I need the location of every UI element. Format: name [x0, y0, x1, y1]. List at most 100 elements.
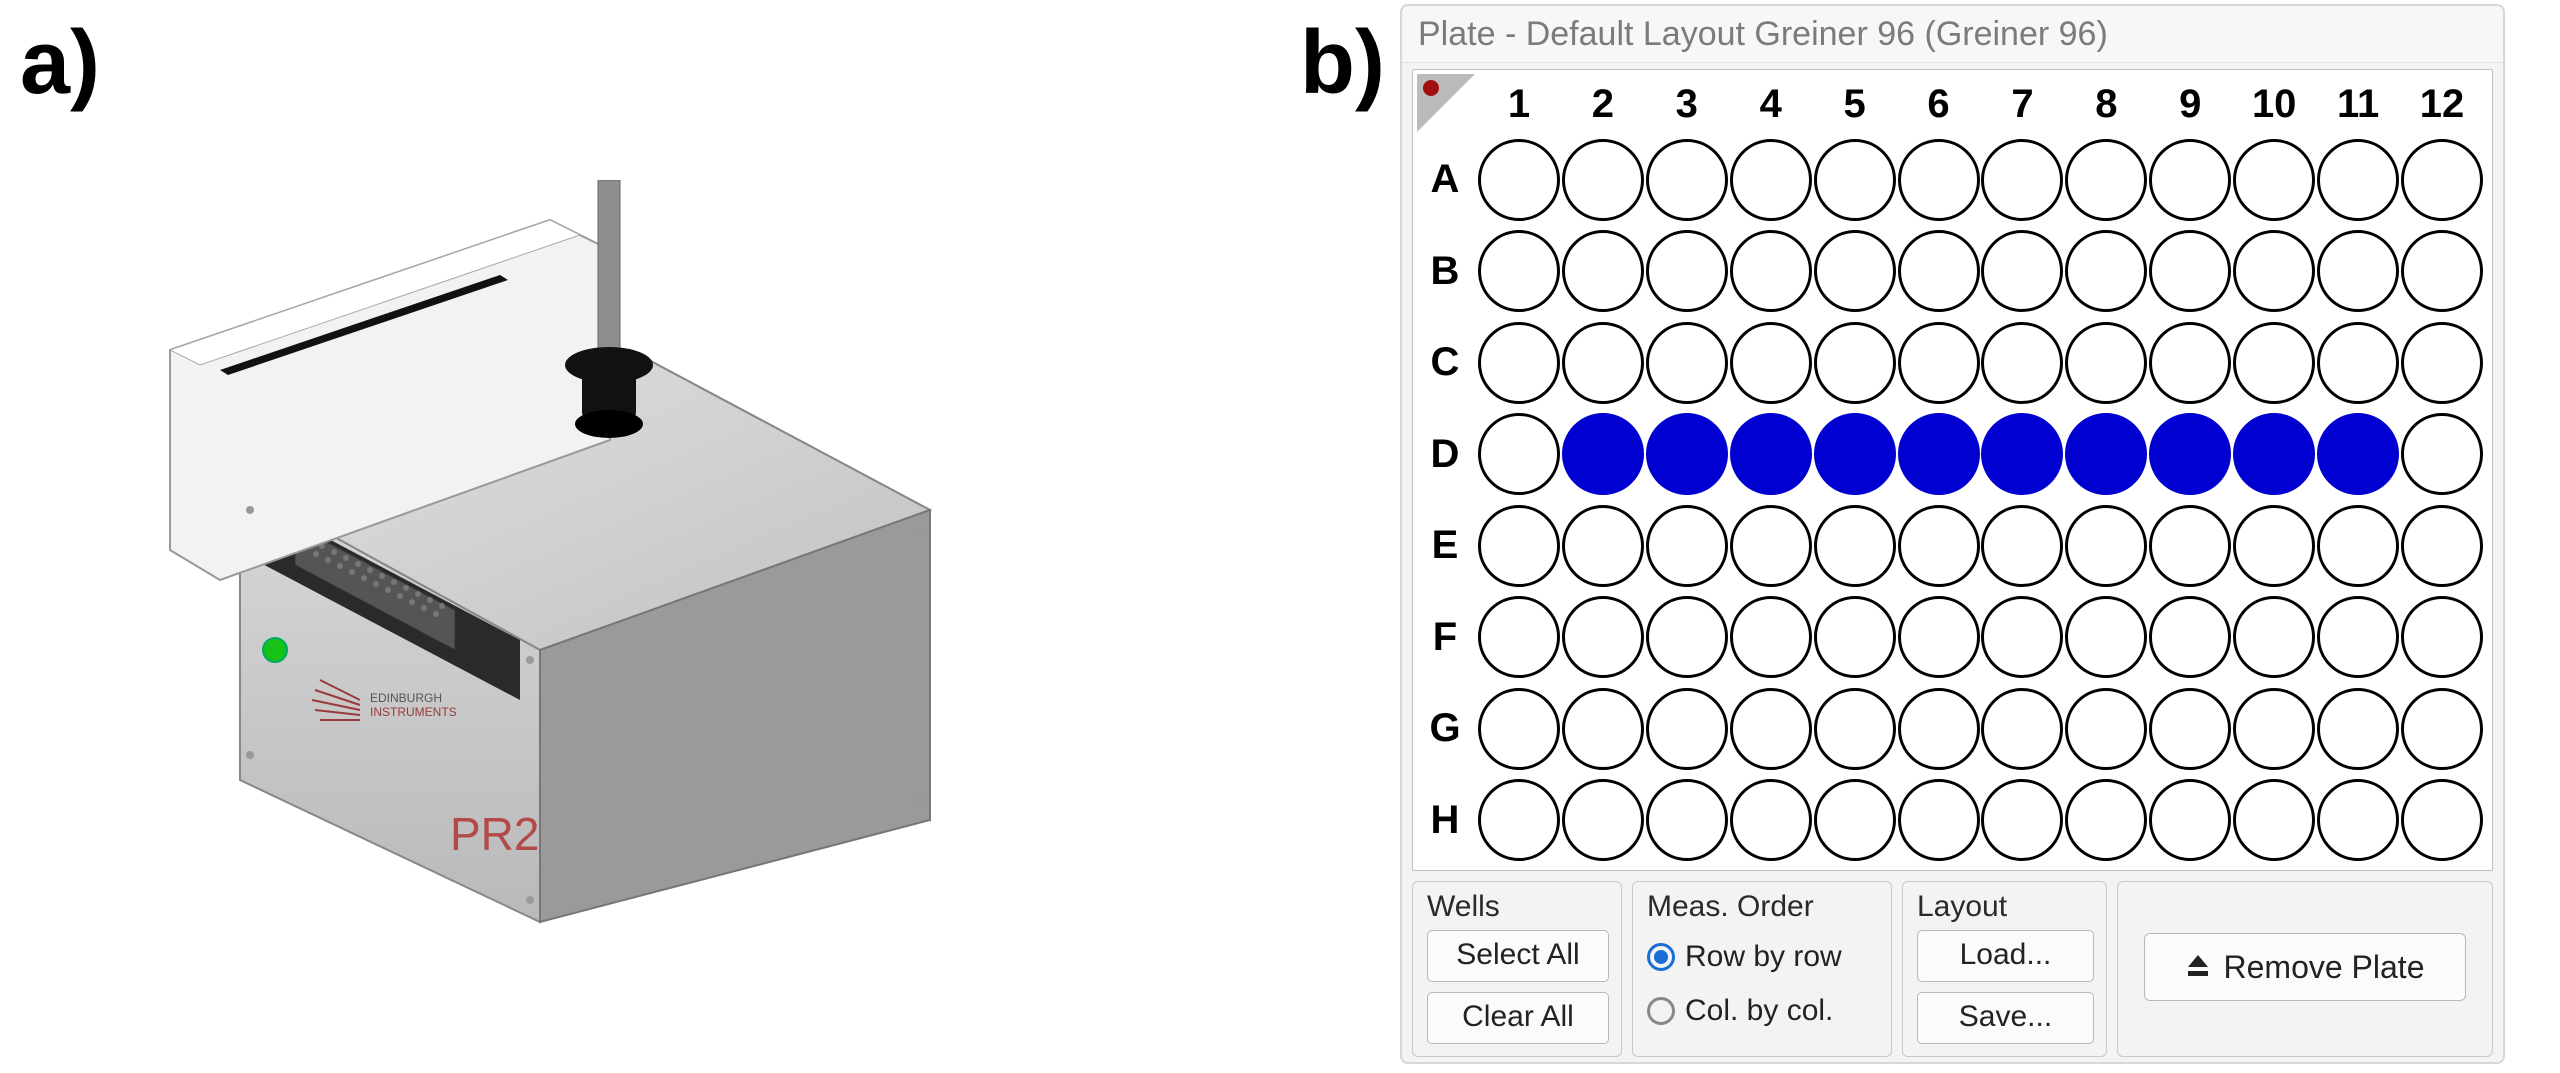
well-B12[interactable]: [2401, 230, 2483, 312]
col-header[interactable]: 11: [2316, 74, 2400, 134]
well-B10[interactable]: [2233, 230, 2315, 312]
plate-grid[interactable]: 123456789101112ABCDEFGH: [1417, 74, 2484, 866]
well-E12[interactable]: [2401, 505, 2483, 587]
well-E3[interactable]: [1646, 505, 1728, 587]
well-C12[interactable]: [2401, 322, 2483, 404]
well-E4[interactable]: [1730, 505, 1812, 587]
well-D3[interactable]: [1646, 413, 1728, 495]
well-C1[interactable]: [1478, 322, 1560, 404]
well-A2[interactable]: [1562, 139, 1644, 221]
well-D9[interactable]: [2149, 413, 2231, 495]
clear-all-button[interactable]: Clear All: [1427, 992, 1609, 1044]
well-D6[interactable]: [1898, 413, 1980, 495]
col-header[interactable]: 9: [2148, 74, 2232, 134]
well-F2[interactable]: [1562, 596, 1644, 678]
well-A1[interactable]: [1478, 139, 1560, 221]
well-F7[interactable]: [1981, 596, 2063, 678]
row-header[interactable]: G: [1417, 683, 1477, 775]
well-F5[interactable]: [1814, 596, 1896, 678]
well-H9[interactable]: [2149, 779, 2231, 861]
well-H8[interactable]: [2065, 779, 2147, 861]
well-D2[interactable]: [1562, 413, 1644, 495]
col-header[interactable]: 6: [1897, 74, 1981, 134]
well-A4[interactable]: [1730, 139, 1812, 221]
well-C3[interactable]: [1646, 322, 1728, 404]
row-header[interactable]: E: [1417, 500, 1477, 592]
select-all-button[interactable]: Select All: [1427, 930, 1609, 982]
well-C11[interactable]: [2317, 322, 2399, 404]
radio-col-by-col[interactable]: Col. by col.: [1647, 984, 1877, 1038]
well-H4[interactable]: [1730, 779, 1812, 861]
row-header[interactable]: D: [1417, 409, 1477, 501]
well-D10[interactable]: [2233, 413, 2315, 495]
plate-corner[interactable]: [1417, 74, 1477, 134]
well-B7[interactable]: [1981, 230, 2063, 312]
well-A10[interactable]: [2233, 139, 2315, 221]
well-G8[interactable]: [2065, 688, 2147, 770]
well-D4[interactable]: [1730, 413, 1812, 495]
well-F8[interactable]: [2065, 596, 2147, 678]
well-E11[interactable]: [2317, 505, 2399, 587]
well-D12[interactable]: [2401, 413, 2483, 495]
well-E10[interactable]: [2233, 505, 2315, 587]
well-C8[interactable]: [2065, 322, 2147, 404]
col-header[interactable]: 3: [1645, 74, 1729, 134]
well-E1[interactable]: [1478, 505, 1560, 587]
col-header[interactable]: 7: [1980, 74, 2064, 134]
well-C9[interactable]: [2149, 322, 2231, 404]
well-G11[interactable]: [2317, 688, 2399, 770]
well-G12[interactable]: [2401, 688, 2483, 770]
well-E5[interactable]: [1814, 505, 1896, 587]
well-H7[interactable]: [1981, 779, 2063, 861]
remove-plate-button[interactable]: Remove Plate: [2144, 933, 2466, 1001]
well-A8[interactable]: [2065, 139, 2147, 221]
well-A11[interactable]: [2317, 139, 2399, 221]
well-B8[interactable]: [2065, 230, 2147, 312]
well-B9[interactable]: [2149, 230, 2231, 312]
well-H3[interactable]: [1646, 779, 1728, 861]
well-A5[interactable]: [1814, 139, 1896, 221]
well-D7[interactable]: [1981, 413, 2063, 495]
well-F9[interactable]: [2149, 596, 2231, 678]
well-E7[interactable]: [1981, 505, 2063, 587]
well-A6[interactable]: [1898, 139, 1980, 221]
col-header[interactable]: 12: [2400, 74, 2484, 134]
well-A3[interactable]: [1646, 139, 1728, 221]
col-header[interactable]: 4: [1729, 74, 1813, 134]
well-C5[interactable]: [1814, 322, 1896, 404]
well-H5[interactable]: [1814, 779, 1896, 861]
well-B11[interactable]: [2317, 230, 2399, 312]
col-header[interactable]: 5: [1813, 74, 1897, 134]
well-F6[interactable]: [1898, 596, 1980, 678]
well-G7[interactable]: [1981, 688, 2063, 770]
well-F12[interactable]: [2401, 596, 2483, 678]
well-H1[interactable]: [1478, 779, 1560, 861]
well-E8[interactable]: [2065, 505, 2147, 587]
well-E2[interactable]: [1562, 505, 1644, 587]
well-G4[interactable]: [1730, 688, 1812, 770]
well-G3[interactable]: [1646, 688, 1728, 770]
row-header[interactable]: C: [1417, 317, 1477, 409]
row-header[interactable]: H: [1417, 775, 1477, 867]
well-H10[interactable]: [2233, 779, 2315, 861]
col-header[interactable]: 1: [1477, 74, 1561, 134]
well-D8[interactable]: [2065, 413, 2147, 495]
well-G1[interactable]: [1478, 688, 1560, 770]
row-header[interactable]: B: [1417, 226, 1477, 318]
well-F10[interactable]: [2233, 596, 2315, 678]
radio-row-by-row[interactable]: Row by row: [1647, 930, 1877, 984]
col-header[interactable]: 10: [2232, 74, 2316, 134]
row-header[interactable]: A: [1417, 134, 1477, 226]
well-D5[interactable]: [1814, 413, 1896, 495]
well-F3[interactable]: [1646, 596, 1728, 678]
well-C6[interactable]: [1898, 322, 1980, 404]
well-B6[interactable]: [1898, 230, 1980, 312]
well-B2[interactable]: [1562, 230, 1644, 312]
well-G2[interactable]: [1562, 688, 1644, 770]
well-A12[interactable]: [2401, 139, 2483, 221]
well-A9[interactable]: [2149, 139, 2231, 221]
well-H2[interactable]: [1562, 779, 1644, 861]
well-G10[interactable]: [2233, 688, 2315, 770]
well-D11[interactable]: [2317, 413, 2399, 495]
well-F11[interactable]: [2317, 596, 2399, 678]
